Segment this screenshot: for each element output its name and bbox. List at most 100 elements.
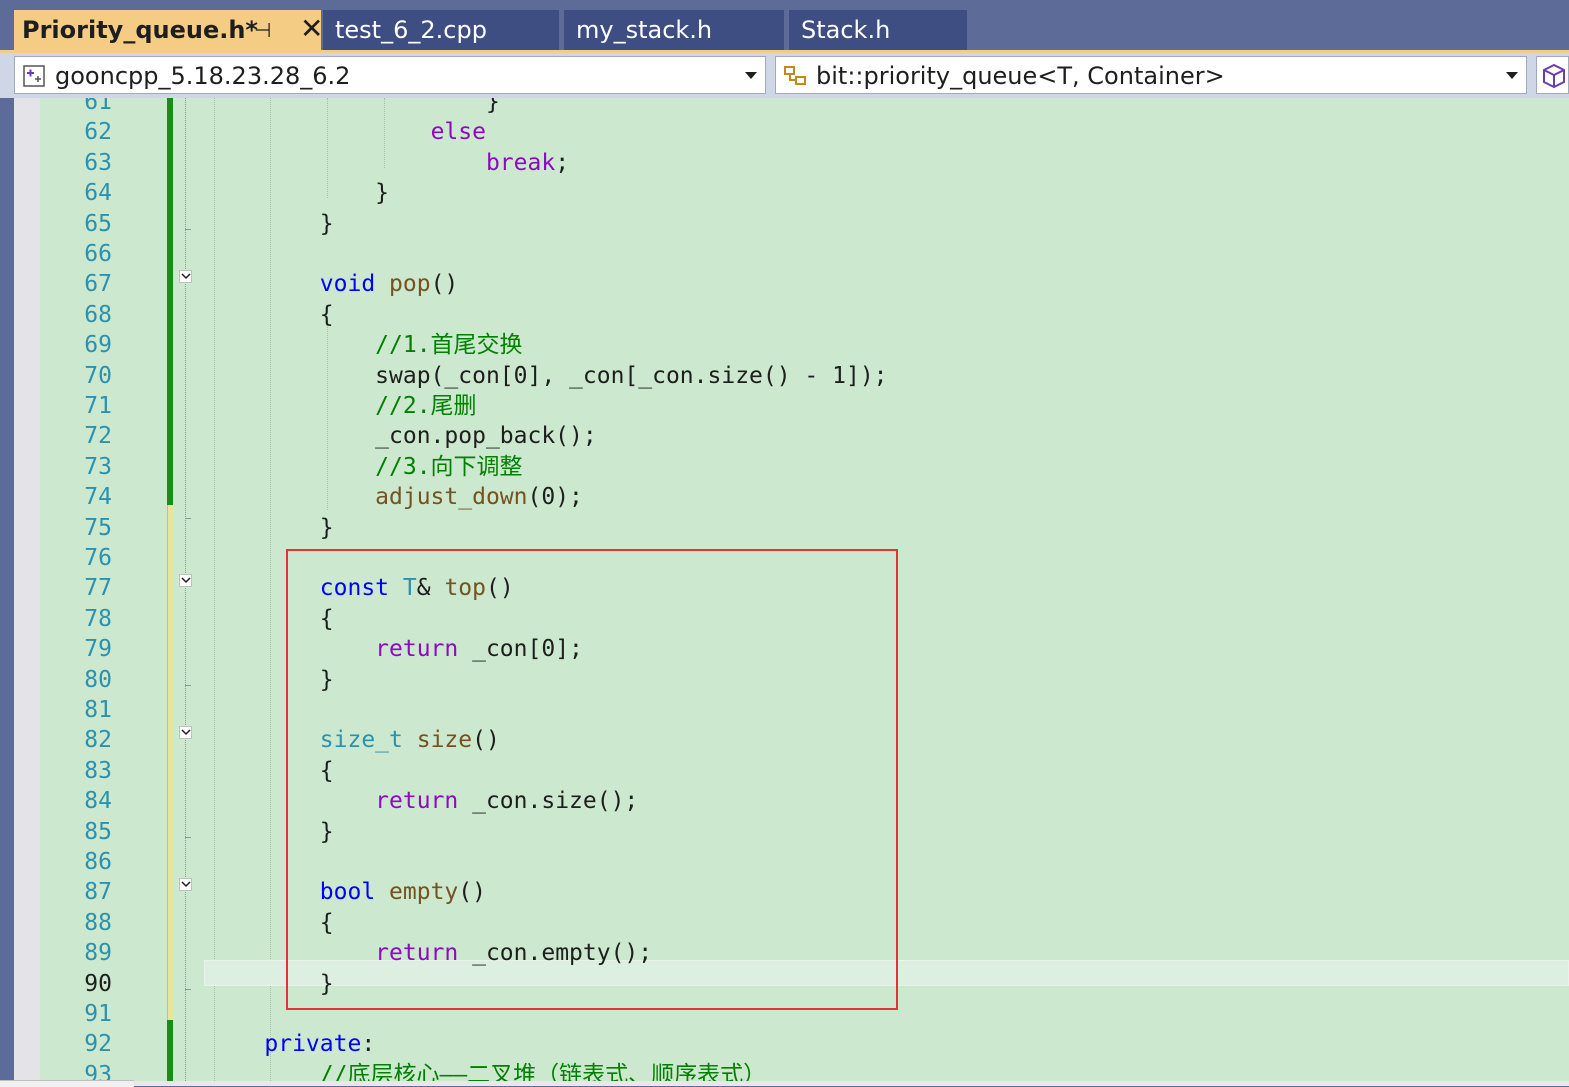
code-text: else	[209, 117, 486, 147]
code-text: private:	[209, 1029, 375, 1059]
code-line[interactable]: 66	[14, 239, 1569, 269]
tab-stack-h[interactable]: Stack.h	[789, 10, 967, 50]
code-token-cmt: //底层核心——二叉堆（链表式、顺序表式）	[319, 1061, 767, 1081]
code-token-cmt: //3.向下调整	[375, 453, 523, 480]
code-line[interactable]: 75 }	[14, 513, 1569, 543]
line-number: 87	[84, 879, 112, 906]
code-line[interactable]: 71 //2.尾删	[14, 391, 1569, 421]
member-dropdown[interactable]	[1536, 56, 1569, 94]
code-token-fn: pop	[389, 271, 431, 298]
code-line[interactable]: 62 else	[14, 117, 1569, 147]
line-number: 69	[84, 332, 112, 359]
project-dropdown-value: gooncpp_5.18.23.28_6.2	[55, 62, 351, 90]
code-text: //2.尾删	[209, 391, 477, 421]
line-number: 75	[84, 514, 112, 541]
navigation-bar: gooncpp_5.18.23.28_6.2 bit::priority_que…	[0, 53, 1569, 98]
project-icon	[23, 65, 45, 87]
code-line[interactable]: 65 }	[14, 209, 1569, 239]
code-line[interactable]: 64 }	[14, 178, 1569, 208]
code-token-plain: ;	[555, 149, 570, 176]
code-token-ctrl: break	[485, 149, 556, 176]
class-icon	[784, 66, 806, 85]
line-number: 72	[84, 423, 112, 450]
scope-dropdown-value: bit::priority_queue<T, Container>	[816, 62, 1225, 90]
code-token-plain: (0);	[527, 484, 583, 511]
code-line[interactable]: 92 private:	[14, 1029, 1569, 1059]
line-number: 91	[84, 1001, 112, 1027]
line-number: 76	[84, 545, 112, 571]
line-number: 90	[84, 970, 112, 997]
code-text: }	[209, 98, 500, 117]
code-line[interactable]: 68 {	[14, 300, 1569, 330]
code-line[interactable]: 72 _con.pop_back();	[14, 421, 1569, 451]
code-token-cmt: //2.尾删	[375, 393, 477, 419]
code-text: void pop()	[209, 269, 459, 299]
line-number: 83	[84, 757, 112, 784]
tab-label: Stack.h	[801, 16, 891, 44]
scope-dropdown[interactable]: bit::priority_queue<T, Container>	[775, 56, 1527, 94]
project-dropdown[interactable]: gooncpp_5.18.23.28_6.2	[14, 56, 766, 94]
tab-test-6-2-cpp[interactable]: test_6_2.cpp	[323, 10, 559, 50]
line-number: 62	[84, 119, 112, 146]
code-token-plain: {	[209, 301, 334, 328]
line-number: 71	[84, 393, 112, 419]
line-number: 93	[84, 1061, 112, 1081]
pin-tab-icon[interactable]: ⊣	[254, 10, 271, 50]
line-number: 79	[84, 636, 112, 663]
line-number: 81	[84, 697, 112, 723]
code-token-kw: private	[264, 1031, 362, 1058]
code-text: }	[209, 209, 334, 239]
code-editor[interactable]: 61 } 62 else 63 break; 64 } 65 } 66 67 void po…	[14, 98, 1569, 1081]
code-text: break;	[209, 148, 569, 178]
code-line[interactable]: 61 }	[14, 98, 1569, 117]
code-text: //3.向下调整	[209, 452, 523, 482]
line-number: 86	[84, 849, 112, 875]
chevron-down-icon	[1506, 72, 1518, 79]
code-text: }	[209, 178, 389, 208]
code-token-cmt: //1.首尾交换	[375, 332, 523, 359]
code-token-plain: swap(_con[0], _con[_con.size() - 1]);	[209, 362, 888, 389]
line-number: 82	[84, 727, 112, 754]
code-line[interactable]: 69 //1.首尾交换	[14, 330, 1569, 360]
code-line[interactable]: 73 //3.向下调整	[14, 452, 1569, 482]
code-token-plain: }	[209, 514, 334, 541]
code-line[interactable]: 63 break;	[14, 148, 1569, 178]
line-number: 67	[84, 271, 112, 298]
code-text: //1.首尾交换	[209, 330, 523, 360]
code-line[interactable]: 74 adjust_down(0);	[14, 482, 1569, 512]
code-line[interactable]: 67 void pop()	[14, 269, 1569, 299]
code-line[interactable]: 70 swap(_con[0], _con[_con.size() - 1]);	[14, 361, 1569, 391]
tab-label: Priority_queue.h*	[22, 16, 258, 44]
line-number: 84	[84, 788, 112, 815]
code-text: //底层核心——二叉堆（链表式、顺序表式）	[209, 1060, 766, 1081]
line-number: 88	[84, 909, 112, 936]
close-tab-icon[interactable]: ✕	[300, 10, 321, 49]
line-number: 66	[84, 241, 112, 267]
code-token-fn: adjust_down	[375, 484, 528, 511]
tab-my-stack-h[interactable]: my_stack.h	[564, 10, 784, 50]
line-number: 65	[84, 210, 112, 237]
code-text: adjust_down(0);	[209, 482, 583, 512]
line-number: 74	[84, 484, 112, 511]
code-token-plain: }	[209, 98, 500, 115]
line-number: 92	[84, 1031, 112, 1058]
code-token-plain: }	[209, 210, 334, 237]
highlight-annotation-box	[286, 549, 898, 1010]
line-number: 61	[84, 98, 112, 115]
tab-priority-queue-h[interactable]: Priority_queue.h* ⊣ ✕	[14, 10, 321, 50]
code-token-plain: }	[209, 180, 390, 207]
line-number: 63	[84, 149, 112, 176]
code-token-plain: _con.pop_back();	[209, 423, 597, 450]
code-text: _con.pop_back();	[209, 421, 597, 451]
document-tab-strip: Priority_queue.h* ⊣ ✕ test_6_2.cpp my_st…	[0, 0, 1569, 53]
line-number: 73	[84, 453, 112, 480]
code-line[interactable]: 93 //底层核心——二叉堆（链表式、顺序表式）	[14, 1060, 1569, 1081]
line-number: 80	[84, 666, 112, 693]
